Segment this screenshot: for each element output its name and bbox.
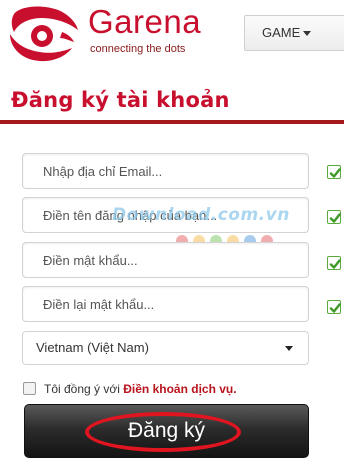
garena-logo-icon: [10, 6, 78, 62]
confirm-password-field-wrapper: [22, 286, 309, 322]
email-field[interactable]: [23, 154, 308, 188]
password-field-wrapper: [22, 242, 309, 278]
register-button[interactable]: Đăng ký: [24, 404, 309, 458]
terms-text: Tôi đồng ý với Điền khoản dịch vụ.: [44, 382, 237, 396]
password-field[interactable]: [23, 243, 308, 277]
terms-link[interactable]: Điền khoản dịch vụ.: [123, 382, 236, 396]
brand-tagline: connecting the dots: [90, 43, 186, 55]
confirm-password-field[interactable]: [23, 287, 308, 321]
email-valid-checkbox: [327, 165, 341, 179]
watermark: Download.com.vn: [112, 205, 290, 225]
password-valid-checkbox: [327, 256, 341, 270]
terms-prefix: Tôi đồng ý với: [44, 382, 120, 396]
terms-checkbox[interactable]: [23, 382, 36, 395]
email-field-wrapper: [22, 153, 309, 189]
confirm-password-valid-checkbox: [327, 300, 341, 314]
game-menu-label: GAME: [262, 25, 301, 40]
checkmark-icon: [329, 168, 341, 178]
caret-down-icon: [285, 346, 293, 351]
header: Garena connecting the dots GAME: [0, 0, 344, 64]
checkmark-icon: [329, 213, 341, 223]
brand-name: Garena: [88, 3, 202, 40]
username-valid-checkbox: [327, 210, 341, 224]
country-select-value: Vietnam (Việt Nam): [36, 340, 149, 355]
country-select[interactable]: Vietnam (Việt Nam): [22, 331, 309, 365]
register-button-label: Đăng ký: [127, 419, 206, 442]
title-divider: [0, 120, 344, 124]
checkmark-icon: [329, 259, 341, 269]
caret-down-icon: [303, 31, 312, 37]
page-title: Đăng ký tài khoản: [11, 88, 230, 112]
checkmark-icon: [329, 303, 341, 313]
game-menu-button[interactable]: GAME: [244, 15, 344, 51]
